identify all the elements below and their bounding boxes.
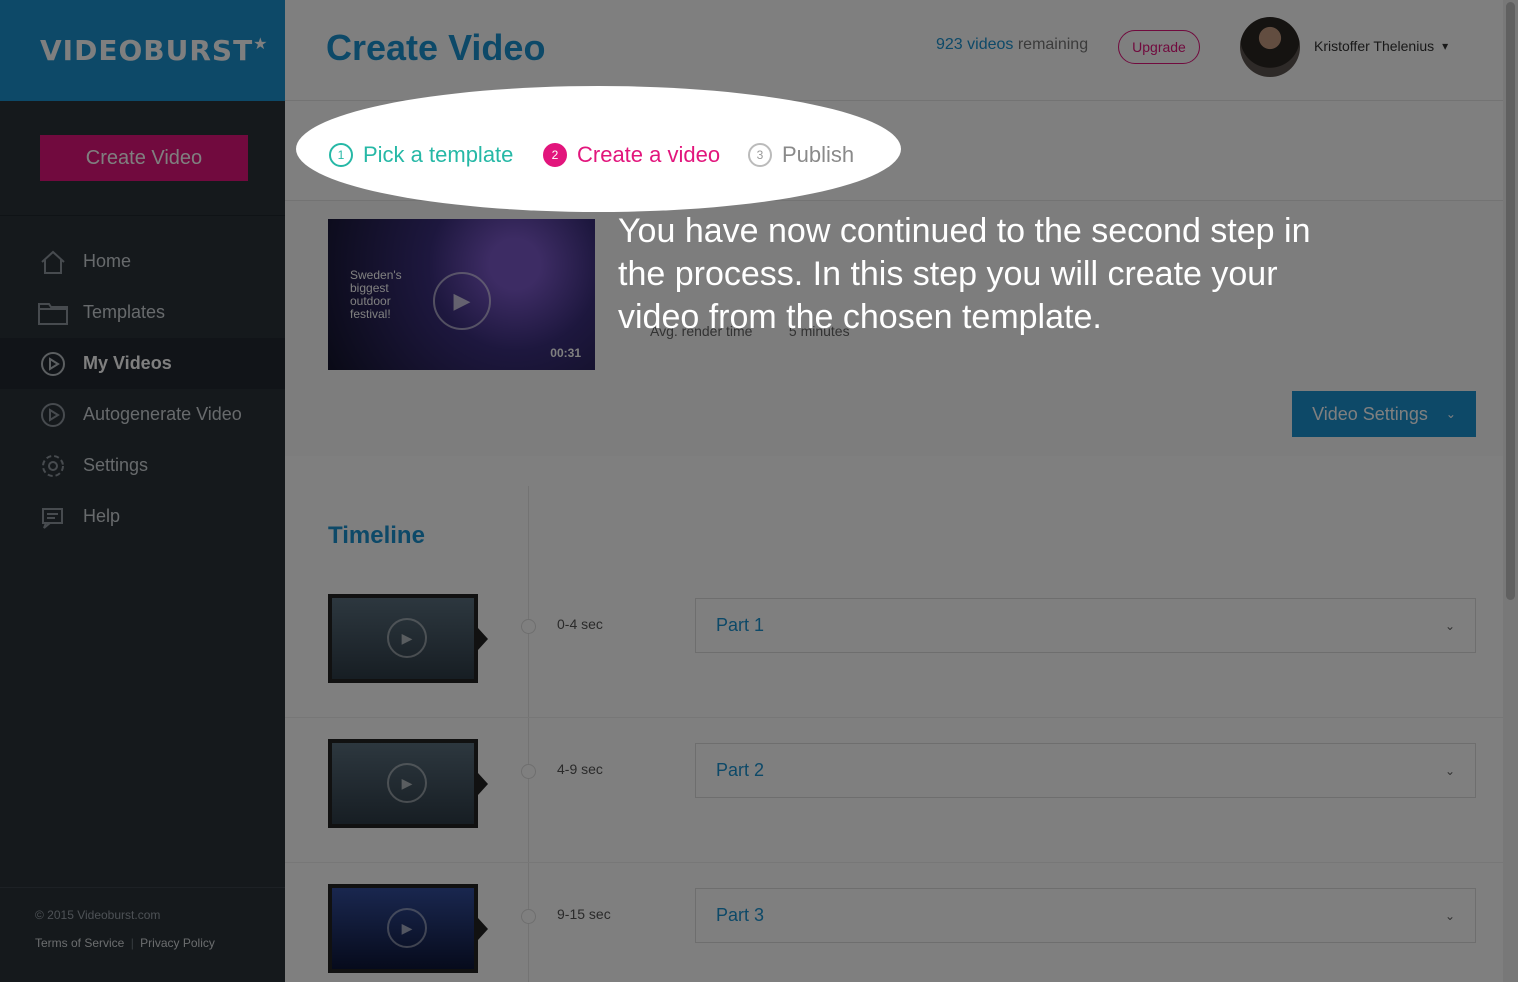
- timeline-part: ▶ 0-4 sec Part 1 ⌄: [285, 573, 1518, 718]
- timeline: Timeline ▶ 0-4 sec Part 1 ⌄ ▶ 4-9 sec Pa…: [285, 456, 1518, 982]
- logo-bar: VIDEOBURST★: [0, 0, 285, 101]
- tour-message: You have now continued to the second ste…: [618, 212, 1311, 336]
- chevron-down-icon: ⌄: [1444, 618, 1455, 633]
- upgrade-button[interactable]: Upgrade: [1118, 30, 1200, 64]
- sidebar-item-label: Templates: [83, 302, 166, 322]
- step-pick-template[interactable]: 1 Pick a template: [329, 142, 513, 168]
- timeline-dot: [521, 764, 536, 779]
- sidebar-item-settings[interactable]: Settings: [0, 440, 285, 491]
- part-label: Part 1: [716, 615, 765, 635]
- sidebar-item-label: Settings: [83, 455, 149, 475]
- topbar: Create Video 923 videos remaining Upgrad…: [285, 0, 1518, 101]
- template-thumbnail[interactable]: Sweden's biggest outdoor festival! ▶ 00:…: [328, 219, 595, 370]
- part-dropdown[interactable]: Part 3 ⌄: [695, 888, 1476, 943]
- privacy-link[interactable]: Privacy Policy: [140, 936, 215, 950]
- footer-links: Terms of Service | Privacy Policy: [35, 936, 285, 950]
- play-icon[interactable]: ▶: [387, 908, 427, 948]
- thumbnail-caption: Sweden's biggest outdoor festival!: [350, 268, 402, 321]
- part-time: 4-9 sec: [557, 761, 603, 777]
- video-settings-button[interactable]: Video Settings ⌄: [1292, 391, 1476, 437]
- videos-remaining: 923 videos remaining: [936, 36, 1088, 54]
- help-icon: [38, 504, 68, 530]
- tour-spotlight: 1 Pick a template 2 Create a video 3 Pub…: [296, 86, 901, 212]
- part-thumbnail[interactable]: ▶: [328, 739, 488, 828]
- chevron-down-icon: ⌄: [1444, 908, 1455, 923]
- part-label: Part 2: [716, 760, 765, 780]
- sidebar: VIDEOBURST★ Create Video Home Templates …: [0, 0, 285, 982]
- part-thumbnail[interactable]: ▶: [328, 594, 488, 683]
- sidebar-footer: © 2015 Videoburst.com Terms of Service |…: [0, 887, 285, 982]
- user-menu[interactable]: Kristoffer Thelenius ▾: [1314, 38, 1448, 54]
- sidebar-item-help[interactable]: Help: [0, 491, 285, 542]
- play-icon[interactable]: ▶: [387, 763, 427, 803]
- scrollbar-thumb[interactable]: [1506, 2, 1515, 600]
- footer-separator: |: [130, 936, 134, 950]
- part-time: 0-4 sec: [557, 616, 603, 632]
- user-name: Kristoffer Thelenius: [1314, 38, 1435, 54]
- video-settings-label: Video Settings: [1312, 403, 1428, 424]
- chevron-down-icon: ⌄: [1444, 763, 1455, 778]
- avatar[interactable]: [1240, 17, 1300, 77]
- chevron-down-icon: ⌄: [1445, 407, 1456, 421]
- timeline-part: ▶ 9-15 sec Part 3 ⌄: [285, 863, 1518, 982]
- timeline-dot: [521, 619, 536, 634]
- play-icon[interactable]: ▶: [433, 272, 491, 330]
- step-number: 3: [748, 143, 772, 167]
- step-label: Create a video: [577, 142, 721, 167]
- part-time: 9-15 sec: [557, 906, 611, 922]
- step-label: Pick a template: [363, 142, 514, 167]
- video-duration: 00:31: [550, 346, 581, 360]
- play-circle-icon: [38, 351, 68, 377]
- part-label: Part 3: [716, 905, 765, 925]
- part-thumbnail[interactable]: ▶: [328, 884, 488, 973]
- sidebar-item-home[interactable]: Home: [0, 236, 285, 287]
- create-wrap: Create Video: [0, 101, 285, 216]
- gear-icon: [38, 453, 68, 479]
- sidebar-item-label: Help: [83, 506, 121, 526]
- create-video-button[interactable]: Create Video: [40, 135, 248, 181]
- remaining-suffix: remaining: [1013, 36, 1089, 53]
- play-icon[interactable]: ▶: [387, 618, 427, 658]
- copyright: © 2015 Videoburst.com: [35, 908, 161, 922]
- sidebar-item-autogenerate[interactable]: Autogenerate Video: [0, 389, 285, 440]
- play-circle-icon: [38, 402, 68, 428]
- sidebar-item-label: My Videos: [83, 353, 172, 373]
- timeline-title: Timeline: [328, 522, 425, 549]
- sidebar-item-my-videos[interactable]: My Videos: [0, 338, 285, 389]
- folder-icon: [38, 300, 68, 326]
- page-title: Create Video: [326, 27, 546, 68]
- sidebar-item-label: Home: [83, 251, 132, 271]
- step-label: Publish: [782, 142, 855, 167]
- timeline-dot: [521, 909, 536, 924]
- terms-link[interactable]: Terms of Service: [35, 936, 124, 950]
- chevron-down-icon: ▾: [1442, 39, 1449, 53]
- step-number: 2: [543, 143, 567, 167]
- star-icon: ★: [253, 34, 269, 53]
- remaining-count: 923 videos: [936, 36, 1014, 53]
- part-dropdown[interactable]: Part 2 ⌄: [695, 743, 1476, 798]
- part-dropdown[interactable]: Part 1 ⌄: [695, 598, 1476, 653]
- timeline-part: ▶ 4-9 sec Part 2 ⌄: [285, 718, 1518, 863]
- step-publish[interactable]: 3 Publish: [748, 142, 854, 168]
- sidebar-item-label: Autogenerate Video: [83, 404, 242, 424]
- home-icon: [38, 249, 68, 275]
- step-number: 1: [329, 143, 353, 167]
- logo[interactable]: VIDEOBURST★: [40, 34, 269, 67]
- step-create-video[interactable]: 2 Create a video: [543, 142, 720, 168]
- sidebar-nav: Home Templates My Videos Autogenerate Vi…: [0, 236, 285, 542]
- sidebar-item-templates[interactable]: Templates: [0, 287, 285, 338]
